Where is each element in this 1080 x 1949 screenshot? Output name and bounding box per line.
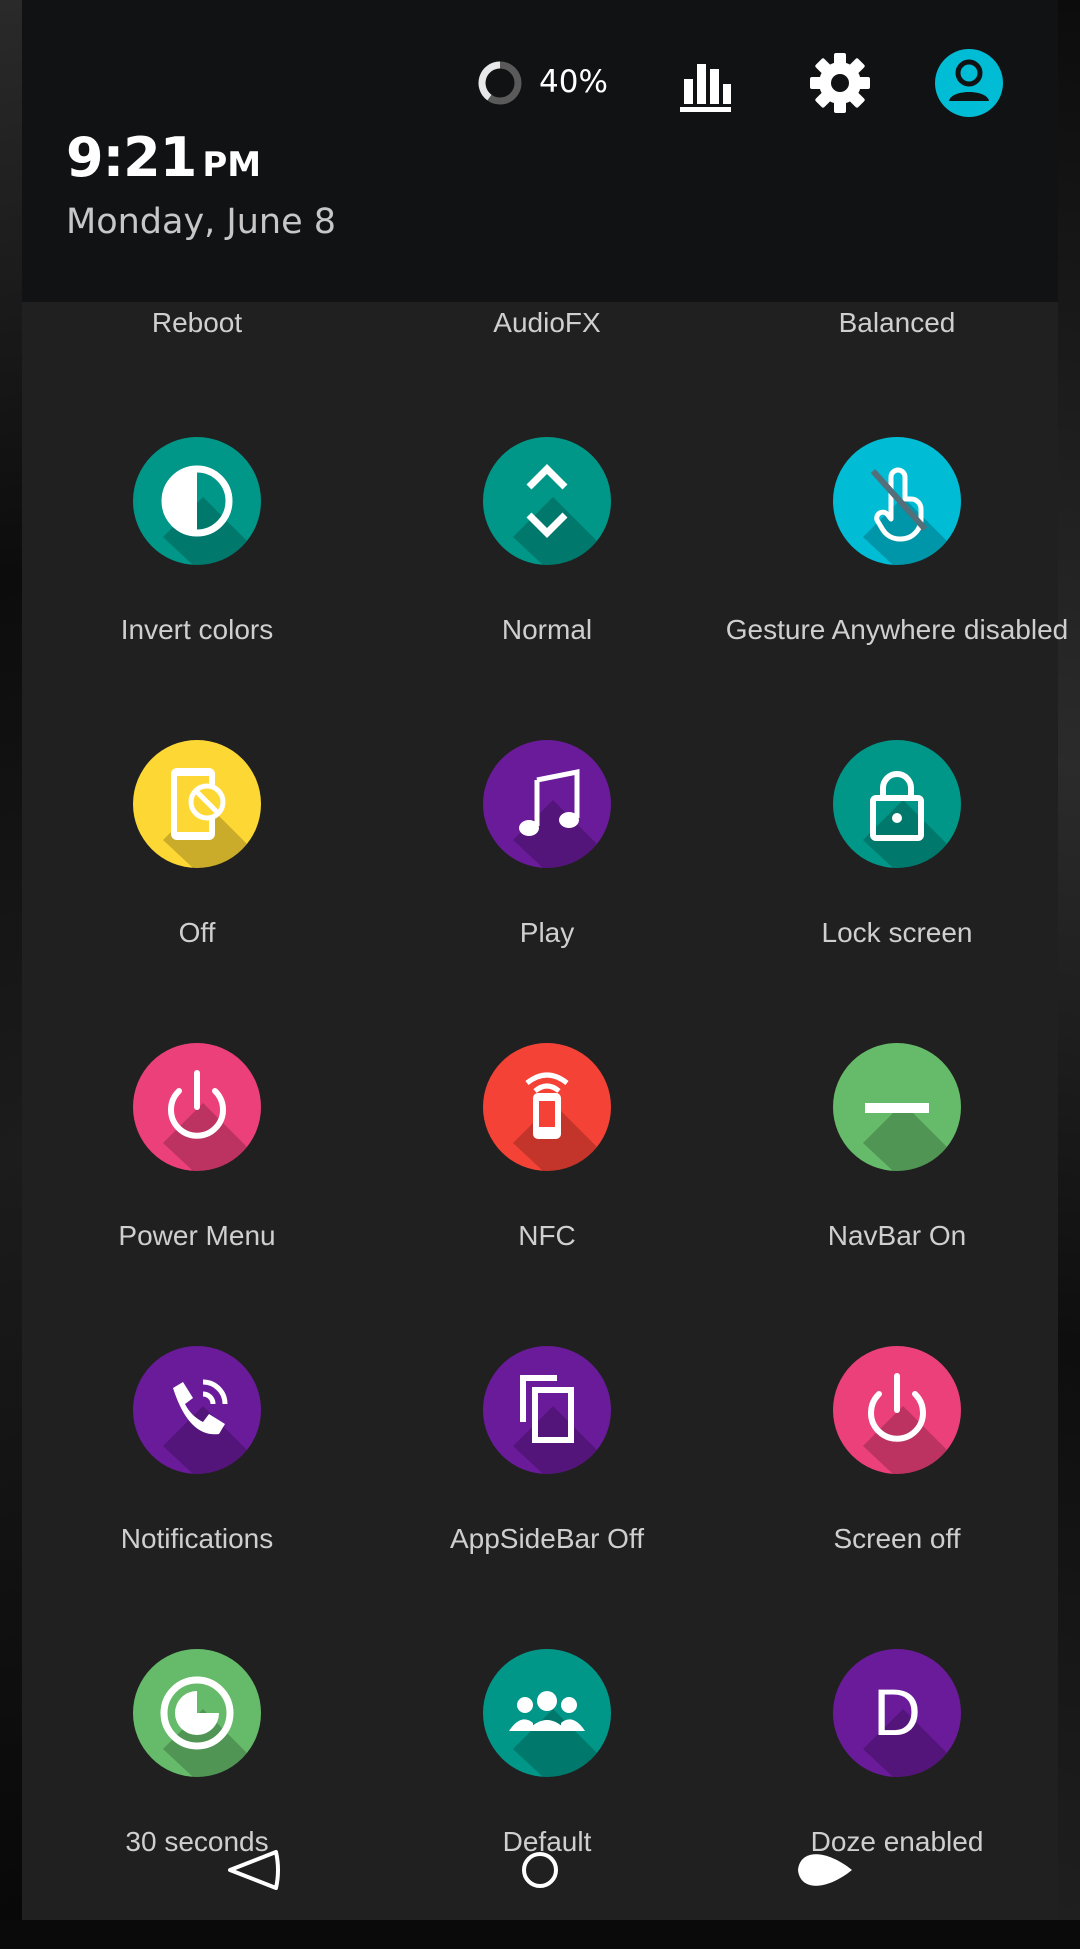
tile-label: Invert colors (120, 614, 274, 645)
tile-icon-circle[interactable] (483, 437, 611, 565)
quick-tile[interactable]: Power Menu (22, 1043, 372, 1343)
battery-stats-button[interactable] (677, 57, 733, 113)
tile-icon-circle[interactable]: D (833, 1649, 961, 1777)
back-button[interactable] (220, 1835, 290, 1905)
gear-icon (810, 53, 870, 113)
quick-tile[interactable]: Invert colors (22, 437, 372, 737)
tile-label: NavBar On (827, 1220, 967, 1251)
lock-icon (863, 771, 961, 868)
quick-tile[interactable]: Off (22, 740, 372, 1040)
tile-label: NFC (518, 1220, 576, 1251)
power-icon (163, 1070, 261, 1171)
back-icon (228, 1850, 280, 1890)
tile-icon-circle[interactable] (483, 1346, 611, 1474)
copy-pages-icon (513, 1375, 611, 1474)
quick-tile[interactable]: Gesture Anywhere disabled (722, 437, 1072, 737)
quick-tile[interactable]: Notifications (22, 1346, 372, 1646)
tile-label: Off (178, 917, 216, 948)
invert-colors-icon (161, 465, 261, 565)
tile-icon-circle[interactable] (133, 1043, 261, 1171)
tile-icon-circle[interactable] (833, 740, 961, 868)
tile-icon-circle[interactable] (833, 1043, 961, 1171)
clock[interactable]: 9:21 PM (66, 126, 261, 189)
wallpaper-left-edge (0, 0, 22, 1920)
phone-ringing-icon (163, 1379, 261, 1474)
tile-icon-circle[interactable] (133, 437, 261, 565)
expand-collapse-icon (513, 464, 611, 565)
tile-icon-circle[interactable] (483, 740, 611, 868)
settings-button[interactable] (807, 50, 873, 116)
battery-percent: 40% (539, 64, 608, 100)
tile-reboot-label[interactable]: Reboot (22, 305, 372, 341)
battery-ring-icon (478, 61, 522, 105)
doze-letter-icon: D (863, 1675, 961, 1777)
home-icon (522, 1852, 558, 1888)
tile-icon-circle[interactable] (133, 1346, 261, 1474)
user-switcher-button[interactable] (935, 49, 1003, 117)
tile-label: Power Menu (118, 1220, 276, 1251)
home-button[interactable] (505, 1835, 575, 1905)
recents-button[interactable] (790, 1835, 860, 1905)
quick-tile[interactable]: Normal (372, 437, 722, 737)
tile-icon-circle[interactable] (833, 437, 961, 565)
people-icon (509, 1691, 611, 1777)
user-avatar-icon (935, 49, 1003, 117)
tile-icon-circle[interactable] (833, 1346, 961, 1474)
quick-tile[interactable]: Screen off (722, 1346, 1072, 1646)
timeout-clock-icon (160, 1676, 261, 1777)
date[interactable]: Monday, June 8 (66, 202, 336, 242)
screen-rotation-off-icon (163, 768, 261, 868)
tile-label: Normal (501, 614, 593, 645)
tile-label: Play (519, 917, 575, 948)
nfc-icon (513, 1072, 611, 1171)
navigation-bar (0, 1820, 1080, 1920)
tile-label: AppSideBar Off (449, 1523, 645, 1554)
clock-time: 9:21 (66, 126, 197, 189)
quick-tile[interactable]: Lock screen (722, 740, 1072, 1040)
gesture-disabled-icon (863, 467, 961, 565)
tile-label: Screen off (833, 1523, 961, 1554)
quick-settings-header: 40% 9:21 PM Monday, June 8 (22, 0, 1058, 302)
tile-label: Notifications (120, 1523, 274, 1554)
tile-label: Lock screen (821, 917, 973, 948)
quick-tile[interactable]: NavBar On (722, 1043, 1072, 1343)
tile-icon-circle[interactable] (133, 740, 261, 868)
tile-label: Gesture Anywhere disabled (725, 614, 1069, 645)
power-icon (863, 1373, 961, 1474)
tile-icon-circle[interactable] (133, 1649, 261, 1777)
music-note-icon (513, 768, 611, 868)
quick-tile[interactable]: NFC (372, 1043, 722, 1343)
navbar-icon (863, 1103, 961, 1171)
quick-tile[interactable]: AppSideBar Off (372, 1346, 722, 1646)
clock-ampm: PM (202, 145, 262, 185)
doze-letter-glyph: D (873, 1675, 921, 1749)
tile-audiofx-label[interactable]: AudioFX (372, 305, 722, 341)
bar-chart-icon (680, 64, 731, 112)
quick-settings-panel: 40% 9:21 PM Monday, June 8 Reboot AudioF… (22, 0, 1068, 1920)
tile-balanced-label[interactable]: Balanced (722, 305, 1072, 341)
tile-icon-circle[interactable] (483, 1649, 611, 1777)
recents-icon (798, 1854, 852, 1886)
tile-icon-circle[interactable] (483, 1043, 611, 1171)
quick-tile[interactable]: Play (372, 740, 722, 1040)
